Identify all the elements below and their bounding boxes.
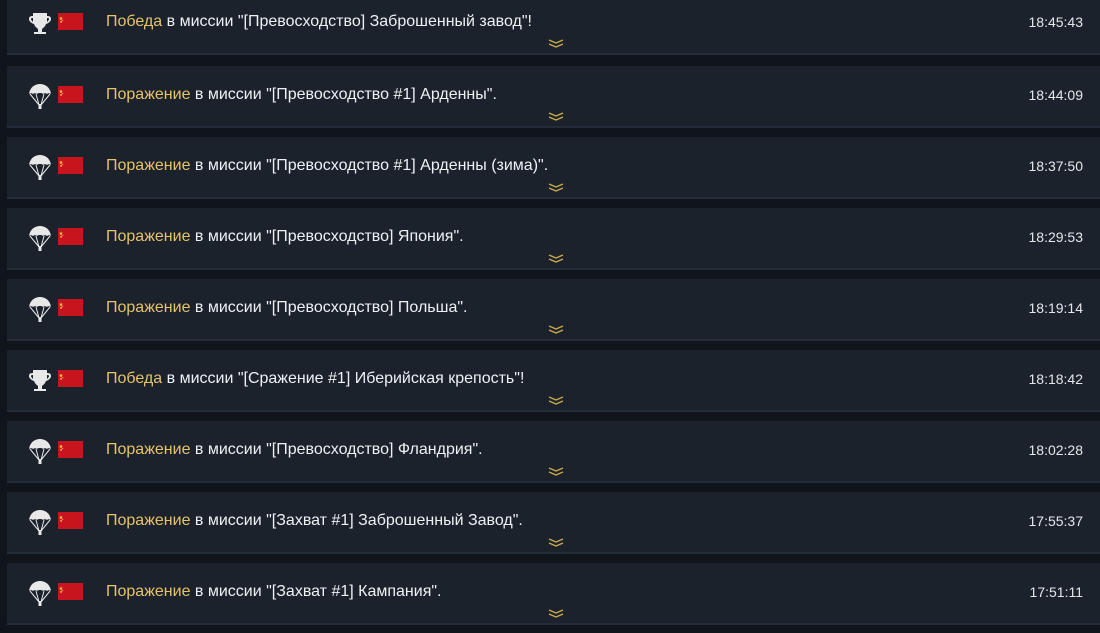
- parachute-icon: [29, 84, 51, 109]
- expand-chevron-icon[interactable]: [548, 395, 564, 405]
- result-label: Победа: [106, 370, 163, 387]
- parachute-icon: [29, 510, 51, 535]
- message-text: в миссии: [190, 228, 267, 245]
- message-text: в миссии: [190, 441, 267, 458]
- message-ending: .: [463, 299, 468, 316]
- battle-log-row: Победа в миссии "[Сражение #1] Иберийска…: [7, 350, 1100, 412]
- battle-log-row: Поражение в миссии "[Захват #1] Кампания…: [7, 563, 1100, 625]
- result-label: Поражение: [106, 441, 191, 458]
- message-text: в миссии: [190, 512, 267, 529]
- message-text: в миссии: [162, 13, 238, 30]
- parachute-icon: [29, 155, 51, 180]
- timestamp: 18:29:53: [1028, 229, 1084, 245]
- trophy-icon: [29, 13, 51, 34]
- message-ending: !: [527, 13, 532, 30]
- message-ending: .: [437, 583, 442, 600]
- battle-log-row: Поражение в миссии "[Превосходство] Флан…: [7, 421, 1100, 483]
- mission-name: "[Превосходство #1] Арденны (зима)": [266, 157, 544, 174]
- ussr-flag-icon: [58, 228, 83, 245]
- message-text: в миссии: [162, 370, 238, 387]
- message-ending: .: [478, 441, 483, 458]
- result-label: Победа: [106, 13, 163, 30]
- expand-chevron-icon[interactable]: [548, 537, 564, 547]
- result-label: Поражение: [106, 228, 191, 245]
- mission-result-message: Поражение в миссии "[Превосходство #1] А…: [106, 85, 497, 105]
- expand-chevron-icon[interactable]: [548, 466, 564, 476]
- expand-chevron-icon[interactable]: [548, 111, 564, 121]
- ussr-flag-icon: [58, 13, 83, 30]
- timestamp: 17:55:37: [1028, 513, 1084, 529]
- mission-result-message: Поражение в миссии "[Превосходство] Япон…: [106, 227, 464, 247]
- expand-chevron-icon[interactable]: [548, 608, 564, 618]
- battle-log-row: Поражение в миссии "[Превосходство #1] А…: [7, 66, 1100, 128]
- mission-name: "[Захват #1] Кампания": [266, 583, 438, 600]
- battle-log-row: Поражение в миссии "[Превосходство] Япон…: [7, 208, 1100, 270]
- message-text: в миссии: [190, 86, 267, 103]
- message-text: в миссии: [190, 583, 267, 600]
- ussr-flag-icon: [58, 157, 83, 174]
- timestamp: 18:18:42: [1028, 371, 1084, 387]
- mission-name: "[Захват #1] Заброшенный Завод": [266, 512, 519, 529]
- mission-result-message: Поражение в миссии "[Превосходство] Флан…: [106, 440, 483, 460]
- mission-name: "[Превосходство] Фландрия": [266, 441, 479, 458]
- message-ending: .: [492, 86, 497, 103]
- expand-chevron-icon[interactable]: [548, 38, 564, 48]
- result-label: Поражение: [106, 299, 191, 316]
- expand-chevron-icon[interactable]: [548, 324, 564, 334]
- timestamp: 18:37:50: [1028, 158, 1084, 174]
- mission-name: "[Сражение #1] Иберийская крепость": [237, 370, 520, 387]
- message-ending: .: [459, 228, 464, 245]
- parachute-icon: [29, 226, 51, 251]
- ussr-flag-icon: [58, 441, 83, 458]
- mission-name: "[Превосходство] Заброшенный завод": [237, 13, 528, 30]
- message-ending: !: [519, 370, 525, 387]
- ussr-flag-icon: [58, 370, 83, 387]
- mission-name: "[Превосходство #1] Арденны": [266, 86, 493, 103]
- mission-result-message: Поражение в миссии "[Захват #1] Кампания…: [106, 582, 442, 602]
- parachute-icon: [29, 297, 51, 322]
- parachute-icon: [29, 439, 51, 464]
- result-label: Поражение: [106, 157, 191, 174]
- battle-log-row: Поражение в миссии "[Захват #1] Заброшен…: [7, 492, 1100, 554]
- mission-result-message: Поражение в миссии "[Превосходство #1] А…: [106, 156, 548, 176]
- message-text: в миссии: [190, 157, 267, 174]
- trophy-icon: [29, 370, 51, 391]
- mission-name: "[Превосходство] Япония": [266, 228, 460, 245]
- ussr-flag-icon: [58, 86, 83, 103]
- battle-log-row: Победа в миссии "[Превосходство] Заброше…: [7, 0, 1100, 55]
- mission-result-message: Победа в миссии "[Сражение #1] Иберийска…: [106, 369, 524, 389]
- timestamp: 18:45:43: [1028, 14, 1084, 30]
- expand-chevron-icon[interactable]: [548, 182, 564, 192]
- timestamp: 17:51:11: [1029, 584, 1083, 600]
- timestamp: 18:02:28: [1028, 442, 1084, 458]
- result-label: Поражение: [106, 583, 191, 600]
- expand-chevron-icon[interactable]: [548, 253, 564, 263]
- message-ending: .: [518, 512, 523, 529]
- result-label: Поражение: [106, 86, 191, 103]
- mission-name: "[Превосходство] Польша": [266, 299, 464, 316]
- parachute-icon: [29, 581, 51, 606]
- battle-log-row: Поражение в миссии "[Превосходство #1] А…: [7, 137, 1100, 199]
- ussr-flag-icon: [58, 583, 83, 600]
- battle-log: Победа в миссии "[Превосходство] Заброше…: [0, 0, 1100, 633]
- mission-result-message: Поражение в миссии "[Захват #1] Заброшен…: [106, 511, 523, 531]
- message-text: в миссии: [190, 299, 267, 316]
- ussr-flag-icon: [58, 299, 83, 316]
- mission-result-message: Победа в миссии "[Превосходство] Заброше…: [106, 12, 532, 32]
- ussr-flag-icon: [58, 512, 83, 529]
- mission-result-message: Поражение в миссии "[Превосходство] Поль…: [106, 298, 468, 318]
- battle-log-row: Поражение в миссии "[Превосходство] Поль…: [7, 279, 1100, 341]
- timestamp: 18:19:14: [1028, 300, 1084, 316]
- result-label: Поражение: [106, 512, 191, 529]
- timestamp: 18:44:09: [1028, 87, 1084, 103]
- message-ending: .: [543, 157, 549, 174]
